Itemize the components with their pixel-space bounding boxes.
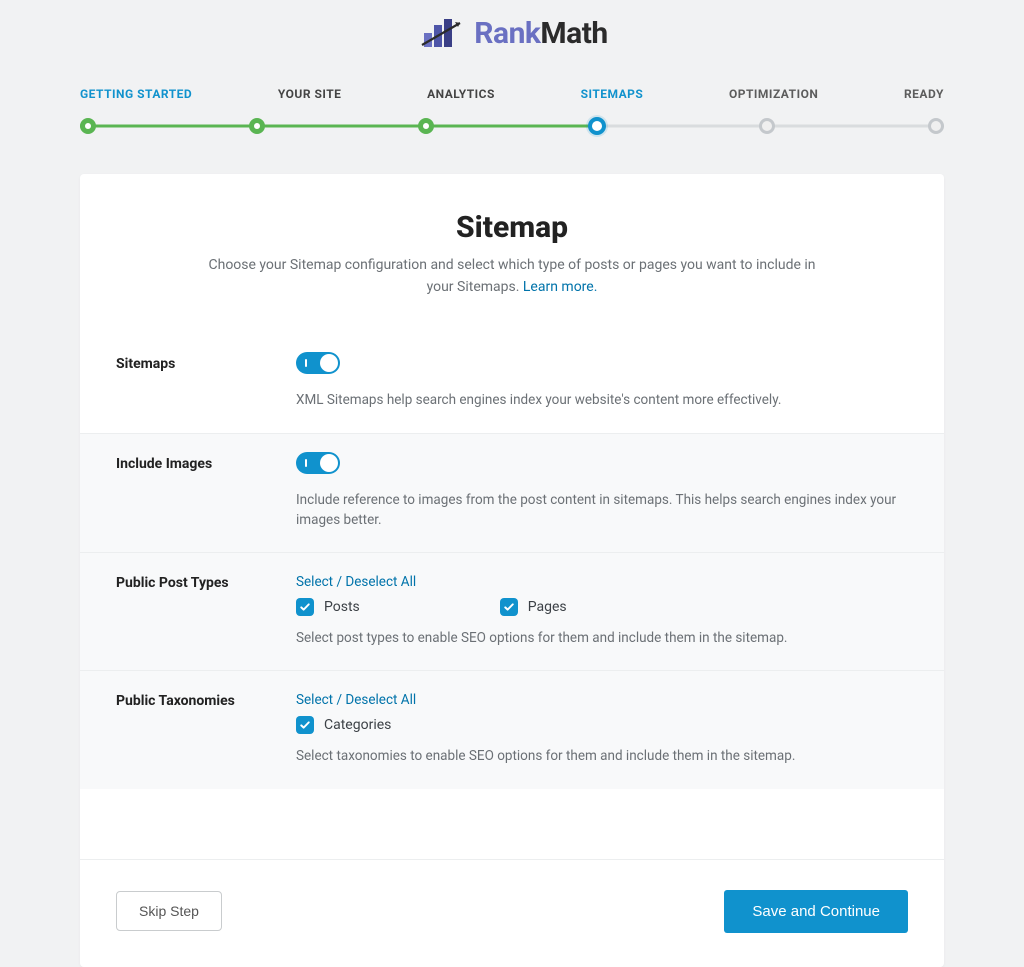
card-footer: Skip Step Save and Continue: [80, 859, 944, 967]
learn-more-link[interactable]: Learn more.: [523, 279, 598, 295]
select-all-taxonomies[interactable]: Select / Deselect All: [296, 692, 416, 708]
toggle-sitemaps[interactable]: [296, 352, 340, 374]
step-your-site[interactable]: YOUR SITE: [278, 87, 342, 101]
save-continue-button[interactable]: Save and Continue: [724, 890, 908, 933]
checkbox-posts[interactable]: [296, 598, 314, 616]
skip-step-button[interactable]: Skip Step: [116, 891, 222, 931]
label-taxonomies: Public Taxonomies: [116, 689, 276, 709]
step-sitemaps[interactable]: SITEMAPS: [581, 87, 644, 101]
brand-rank: Rank: [474, 16, 540, 51]
node-your-site[interactable]: [249, 118, 265, 134]
step-getting-started[interactable]: GETTING STARTED: [80, 87, 192, 101]
desc-post-types: Select post types to enable SEO options …: [296, 628, 908, 648]
main-card: Sitemap Choose your Sitemap configuratio…: [80, 174, 944, 967]
checkbox-label-posts: Posts: [324, 599, 360, 615]
label-post-types: Public Post Types: [116, 571, 276, 591]
step-ready[interactable]: READY: [904, 87, 944, 101]
toggle-include-images[interactable]: [296, 452, 340, 474]
brand-math: Math: [540, 16, 607, 51]
node-ready[interactable]: [928, 118, 944, 134]
checkbox-item-pages: Pages: [500, 598, 567, 616]
checkbox-label-pages: Pages: [528, 599, 567, 615]
setting-include-images: Include Images Include reference to imag…: [80, 433, 944, 554]
node-sitemaps[interactable]: [588, 117, 606, 135]
setting-taxonomies: Public Taxonomies Select / Deselect All …: [80, 671, 944, 788]
check-icon: [299, 601, 311, 613]
page-title: Sitemap: [80, 210, 944, 245]
label-sitemaps: Sitemaps: [116, 352, 276, 372]
checkbox-categories[interactable]: [296, 716, 314, 734]
checkbox-item-categories: Categories: [296, 716, 391, 734]
setting-post-types: Public Post Types Select / Deselect All …: [80, 553, 944, 671]
checkbox-label-categories: Categories: [324, 717, 391, 733]
node-getting-started[interactable]: [80, 118, 96, 134]
stepper: GETTING STARTED YOUR SITE ANALYTICS SITE…: [0, 87, 1024, 136]
setup-wizard-page: RankMath GETTING STARTED YOUR SITE ANALY…: [0, 0, 1024, 967]
desc-include-images: Include reference to images from the pos…: [296, 490, 908, 531]
step-analytics[interactable]: ANALYTICS: [427, 87, 495, 101]
checkbox-item-posts: Posts: [296, 598, 360, 616]
logo-wrap: RankMath: [0, 15, 1024, 55]
label-include-images: Include Images: [116, 452, 276, 472]
node-analytics[interactable]: [418, 118, 434, 134]
page-subtitle: Choose your Sitemap configuration and se…: [80, 255, 944, 298]
node-optimization[interactable]: [759, 118, 775, 134]
select-all-post-types[interactable]: Select / Deselect All: [296, 574, 416, 590]
desc-sitemaps: XML Sitemaps help search engines index y…: [296, 390, 908, 410]
check-icon: [299, 719, 311, 731]
brand-logo: RankMath: [416, 15, 607, 51]
check-icon: [503, 601, 515, 613]
checkbox-pages[interactable]: [500, 598, 518, 616]
step-optimization[interactable]: OPTIMIZATION: [729, 87, 818, 101]
desc-taxonomies: Select taxonomies to enable SEO options …: [296, 746, 908, 766]
rankmath-logo-icon: [416, 15, 466, 51]
setting-sitemaps: Sitemaps XML Sitemaps help search engine…: [80, 334, 944, 432]
